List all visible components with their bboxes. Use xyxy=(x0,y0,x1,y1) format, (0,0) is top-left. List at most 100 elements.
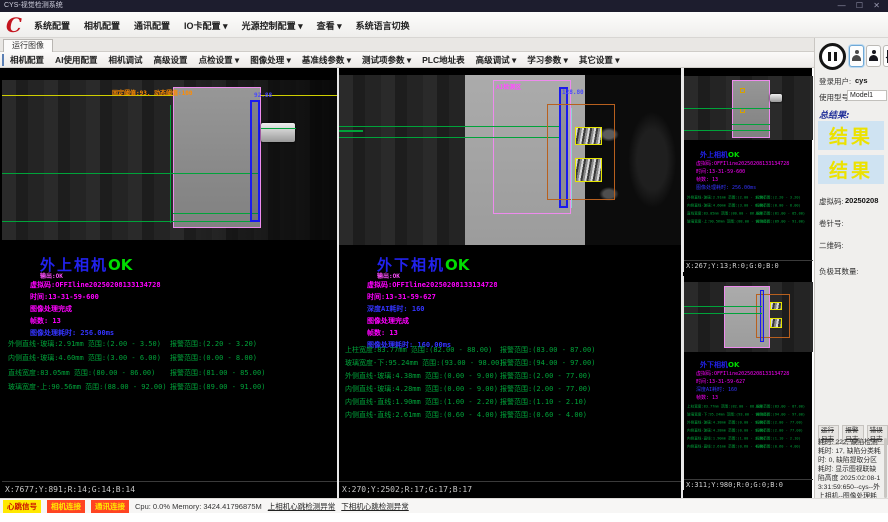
thumb-title: 外上相机OK xyxy=(700,150,739,160)
tool-test-params[interactable]: 测试项参数 ▾ xyxy=(362,54,411,66)
pixel-coords-readout: X:270;Y:2502;R:17;G:17;B:17 xyxy=(342,485,472,494)
thumbnail-view-upper[interactable]: 外上相机OK 虚拟码:OFFIline20250208133134728 时间:… xyxy=(683,68,812,272)
thumb-mark-1 xyxy=(740,88,745,93)
thumb-ai-time: 深度AI耗时: 160 xyxy=(696,386,737,393)
tool-learning-params[interactable]: 学习参数 ▾ xyxy=(527,54,568,66)
time-line: 时间:13-31-59-627 xyxy=(367,292,436,302)
ai-time-line: 深度AI耗时: 160 xyxy=(367,304,425,314)
tool-baseline-params[interactable]: 基准线参数 ▾ xyxy=(302,54,351,66)
thumb-alarm: 报警范围:(0.60 - 4.00) xyxy=(756,444,801,449)
thumb-alarm: 报警范围:(2.20 - 3.20) xyxy=(756,195,801,200)
thumb-green-line-2 xyxy=(732,124,770,125)
divider xyxy=(684,260,813,261)
result-ok: OK xyxy=(445,256,469,274)
view-subtitle: 输出:OK xyxy=(377,271,400,280)
menu-system-config[interactable]: 系统配置 xyxy=(34,19,70,32)
virtual-code-value: 20250208 xyxy=(845,196,878,205)
window-controls[interactable]: — ☐ ✕ xyxy=(838,0,884,12)
thumb-tab-box-2 xyxy=(770,318,782,328)
overlay-tab-box-1 xyxy=(575,127,602,145)
thumb-tab-nub xyxy=(770,94,782,102)
exit-button[interactable]: ➜ xyxy=(883,45,888,67)
thumb-camera-name: 外下相机 xyxy=(700,361,728,369)
alarm-range: 报警范围:(89.00 - 91.00) xyxy=(170,382,265,392)
overlay-blue-value: 92.88 xyxy=(254,92,272,99)
overlay-green-line-2 xyxy=(173,213,260,214)
tool-spotcheck-settings[interactable]: 点检设置 ▾ xyxy=(199,54,240,66)
alarm-range: 报警范围:(0.00 - 8.00) xyxy=(170,353,257,363)
alarm-range: 报警范围:(81.00 - 85.00) xyxy=(170,368,265,378)
alarm-range: 报警范围:(2.20 - 3.20) xyxy=(170,339,257,349)
menu-camera-config[interactable]: 相机配置 xyxy=(84,19,120,32)
window-titlebar[interactable]: CYS-视觉检测系统 — ☐ ✕ xyxy=(0,0,888,12)
thumb-frames: 帧数: 13 xyxy=(696,176,718,183)
divider xyxy=(2,481,337,482)
measure-row: 外侧直线-玻璃:4.38mm 范围:(0.00 - 9.00) xyxy=(345,371,498,381)
thumb-blue-rect xyxy=(760,290,764,342)
measure-row: 外侧直线-玻璃:2.91mm 范围:(2.00 - 3.50) xyxy=(8,339,161,349)
tool-image-processing[interactable]: 图像处理 ▾ xyxy=(250,54,291,66)
thumb-time: 时间:13-31-59-600 xyxy=(696,168,745,175)
model-select[interactable]: Model1 xyxy=(847,90,887,101)
divider xyxy=(684,479,813,480)
pause-button[interactable] xyxy=(819,43,846,70)
thumb-alarm: 报警范围:(0.00 - 8.00) xyxy=(756,203,801,208)
tool-other-settings[interactable]: 其它设置 ▾ xyxy=(579,54,620,66)
user-login-button[interactable] xyxy=(849,45,864,67)
overlay-blue-value: 128.80 xyxy=(562,89,584,96)
thumb-result-ok: OK xyxy=(728,361,739,369)
thumb-coords: X:267;Y:13;R:0;G:0;B:0 xyxy=(686,262,779,270)
pixel-coords-readout: X:7677;Y:891;R:14;G:14;B:14 xyxy=(5,485,135,494)
overlay-cyan-line xyxy=(571,108,572,208)
thumb-measure: 内侧直线-直线:2.61mm 范围:(0.60 - 4.00) xyxy=(687,444,766,449)
log-scrollbar[interactable] xyxy=(884,438,887,498)
result-text: 结果 xyxy=(829,156,873,183)
menu-comm-config[interactable]: 通讯配置 xyxy=(134,19,170,32)
needle-no-label: 卷针号: xyxy=(819,218,844,229)
menu-language-switch[interactable]: 系统语言切换 xyxy=(356,19,410,32)
camera-link-badge: 相机连接 xyxy=(47,500,85,513)
tool-advanced-debug[interactable]: 高级调试 ▾ xyxy=(476,54,517,66)
thumb-measure: 内侧直线-玻璃:4.28mm 范围:(0.00 - 9.00) xyxy=(687,428,766,433)
overlay-green-line-1 xyxy=(339,126,561,127)
menu-bar: C 系统配置 相机配置 通讯配置 IO卡配置 ▾ 光源控制配置 ▾ 查看 ▾ 系… xyxy=(0,12,888,38)
thumbnail-view-lower[interactable]: 外下相机OK 虚拟码:OFFIline20250208133134728 时间:… xyxy=(683,276,812,490)
thumb-green-line-3 xyxy=(684,130,770,131)
divider xyxy=(339,481,681,482)
login-user-label: 登录用户: xyxy=(819,76,851,87)
toolbar: 相机配置 AI使用配置 相机调试 高级设置 点检设置 ▾ 图像处理 ▾ 基准线参… xyxy=(0,52,888,68)
thumb-time: 时间:13-31-59-627 xyxy=(696,378,745,385)
measure-row: 内侧直线-直线:1.90mm 范围:(1.00 - 2.20) xyxy=(345,397,498,407)
tool-plc-address-table[interactable]: PLC地址表 xyxy=(422,54,465,66)
camera-view-lower-outer[interactable]: AI检测区 128.80 外下相机OK 输出:OK 虚拟码:OFFIline20… xyxy=(339,68,681,498)
thumb-alarm: 报警范围:(2.00 - 77.00) xyxy=(756,428,803,433)
tool-camera-config[interactable]: 相机配置 xyxy=(10,54,44,66)
thumb-elapsed: 图像处理耗时: 256.00ms xyxy=(696,184,756,191)
measure-row: 玻璃宽度-上:90.56mm 范围:(88.00 - 92.00) xyxy=(8,382,167,392)
total-result-label: 总结果: xyxy=(819,108,850,121)
user-switch-button[interactable] xyxy=(866,45,881,67)
done-line: 图像处理完成 xyxy=(30,304,72,314)
toolbar-grip xyxy=(2,54,4,66)
overlay-threshold-text: 固定阈值:93, 动态阈值:100 xyxy=(112,88,193,97)
thumb-title: 外下相机OK xyxy=(700,360,739,370)
menu-light-config[interactable]: 光源控制配置 ▾ xyxy=(242,19,303,32)
thumb-measure: 内侧直线-直线:1.90mm 范围:(1.00 - 2.20) xyxy=(687,436,766,441)
overlay-tab-box-2 xyxy=(575,158,602,182)
result-box-lower: 结果 xyxy=(818,155,884,184)
thumb-alarm: 报警范围:(89.00 - 91.00) xyxy=(756,219,805,224)
upper-cam-heartbeat-msg: 上相机心跳检测异常 xyxy=(268,501,336,512)
tool-ai-use-config[interactable]: AI使用配置 xyxy=(55,54,98,66)
tool-advanced-settings[interactable]: 高级设置 xyxy=(154,54,188,66)
tool-camera-debug[interactable]: 相机调试 xyxy=(109,54,143,66)
camera-image-middle-left[interactable] xyxy=(339,75,469,245)
menu-io-config[interactable]: IO卡配置 ▾ xyxy=(184,19,228,32)
thumb-measure: 内侧直线-玻璃:4.60mm 范围:(3.00 - 6.00) xyxy=(687,203,766,208)
camera-view-upper-outer[interactable]: 固定阈值:93, 动态阈值:100 92.88 外上相机OK 输出:OK 虚拟码… xyxy=(2,68,337,498)
overlay-tab-nub xyxy=(261,123,295,142)
tab-run-image[interactable]: 运行图像 xyxy=(3,39,53,52)
measure-row: 内侧直线-直线:2.61mm 范围:(0.60 - 4.00) xyxy=(345,410,498,420)
thumb-green-line-1 xyxy=(684,108,770,109)
thumb-alarm: 报警范围:(1.10 - 2.10) xyxy=(756,436,801,441)
menu-view[interactable]: 查看 ▾ xyxy=(317,19,342,32)
